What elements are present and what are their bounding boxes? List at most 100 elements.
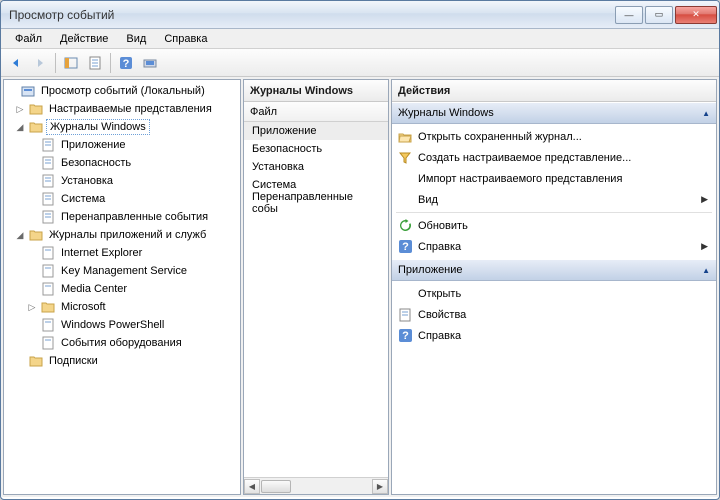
collapse-icon[interactable]: ▲	[702, 109, 710, 118]
action-help[interactable]: ?Справка	[392, 325, 716, 346]
properties-button[interactable]	[84, 52, 106, 74]
tree-windows-logs[interactable]: ◢Журналы Windows	[4, 118, 240, 136]
tree-system[interactable]: Система	[4, 190, 240, 208]
menu-help[interactable]: Справка	[156, 31, 215, 47]
menu-view[interactable]: Вид	[118, 31, 154, 47]
maximize-button[interactable]: ▭	[645, 6, 673, 24]
actions-header: Действия	[392, 80, 716, 102]
folder-icon	[28, 227, 44, 243]
scroll-thumb[interactable]	[261, 480, 291, 493]
list-item[interactable]: Установка	[244, 158, 388, 176]
window-title: Просмотр событий	[9, 8, 613, 22]
folder-icon	[28, 119, 44, 135]
log-icon	[40, 173, 56, 189]
tree-forwarded[interactable]: Перенаправленные события	[4, 208, 240, 226]
svg-text:?: ?	[402, 330, 409, 342]
expand-icon[interactable]: ▷	[14, 104, 26, 115]
collapse-icon[interactable]: ▲	[702, 266, 710, 275]
collapse-icon[interactable]: ◢	[14, 122, 26, 133]
action-properties[interactable]: Свойства	[392, 304, 716, 325]
actions-section-application[interactable]: Приложение▲	[392, 259, 716, 281]
horizontal-scrollbar[interactable]: ◀ ▶	[244, 477, 388, 494]
svg-text:?: ?	[123, 58, 130, 70]
tree-root[interactable]: Просмотр событий (Локальный)	[4, 82, 240, 100]
action-view-submenu[interactable]: Вид▶	[392, 189, 716, 210]
log-icon	[40, 137, 56, 153]
content-area: Просмотр событий (Локальный) ▷Настраивае…	[1, 77, 719, 497]
separator	[396, 212, 712, 213]
toolbar-separator	[55, 53, 56, 73]
toolbar-separator	[110, 53, 111, 73]
action-open-saved-log[interactable]: Открыть сохраненный журнал...	[392, 126, 716, 147]
tree-ms[interactable]: ▷Microsoft	[4, 298, 240, 316]
tree-ie[interactable]: Internet Explorer	[4, 244, 240, 262]
minimize-button[interactable]: —	[615, 6, 643, 24]
collapse-icon[interactable]: ◢	[14, 230, 26, 241]
window-buttons: — ▭ ✕	[613, 6, 717, 24]
tree-subs[interactable]: Подписки	[4, 352, 240, 370]
column-header-file[interactable]: Файл	[244, 102, 388, 122]
log-icon	[40, 245, 56, 261]
chevron-right-icon: ▶	[701, 194, 712, 205]
window: Просмотр событий — ▭ ✕ Файл Действие Вид…	[0, 0, 720, 500]
action-help[interactable]: ?Справка▶	[392, 236, 716, 257]
tree-kms[interactable]: Key Management Service	[4, 262, 240, 280]
actions-list: Открыть Свойства ?Справка	[392, 281, 716, 348]
log-icon	[40, 263, 56, 279]
filter-icon	[396, 152, 414, 164]
refresh-icon	[396, 219, 414, 232]
help-icon: ?	[396, 240, 414, 253]
properties-icon	[396, 308, 414, 322]
list-item[interactable]: Приложение	[244, 122, 388, 140]
folder-icon	[40, 299, 56, 315]
scroll-right-button[interactable]: ▶	[372, 479, 388, 494]
actions-pane: Действия Журналы Windows▲ Открыть сохран…	[391, 79, 717, 495]
connect-button[interactable]	[139, 52, 161, 74]
action-create-custom-view[interactable]: Создать настраиваемое представление...	[392, 147, 716, 168]
subscriptions-icon	[28, 353, 44, 369]
tree-security[interactable]: Безопасность	[4, 154, 240, 172]
tree-body[interactable]: Просмотр событий (Локальный) ▷Настраивае…	[4, 80, 240, 372]
forward-button[interactable]	[29, 52, 51, 74]
log-icon	[40, 317, 56, 333]
menubar: Файл Действие Вид Справка	[1, 29, 719, 49]
tree-custom-views[interactable]: ▷Настраиваемые представления	[4, 100, 240, 118]
expand-icon[interactable]: ▷	[26, 302, 38, 313]
folder-open-icon	[396, 131, 414, 143]
action-import-custom-view[interactable]: Импорт настраиваемого представления	[392, 168, 716, 189]
details-list[interactable]: Приложение Безопасность Установка Систем…	[244, 122, 388, 477]
action-refresh[interactable]: Обновить	[392, 215, 716, 236]
menu-action[interactable]: Действие	[52, 31, 116, 47]
list-item[interactable]: Безопасность	[244, 140, 388, 158]
folder-icon	[28, 101, 44, 117]
svg-text:?: ?	[402, 241, 409, 253]
menu-file[interactable]: Файл	[7, 31, 50, 47]
log-icon	[40, 281, 56, 297]
tree-mc[interactable]: Media Center	[4, 280, 240, 298]
tree-ps[interactable]: Windows PowerShell	[4, 316, 240, 334]
list-item[interactable]: Перенаправленные собы	[244, 194, 388, 212]
log-icon	[40, 155, 56, 171]
scroll-left-button[interactable]: ◀	[244, 479, 260, 494]
help-button[interactable]: ?	[115, 52, 137, 74]
tree-setup[interactable]: Установка	[4, 172, 240, 190]
actions-section-winlogs[interactable]: Журналы Windows▲	[392, 102, 716, 124]
chevron-right-icon: ▶	[701, 241, 712, 252]
actions-list: Открыть сохраненный журнал... Создать на…	[392, 124, 716, 259]
tree-hw[interactable]: События оборудования	[4, 334, 240, 352]
details-pane: Журналы Windows Файл Приложение Безопасн…	[243, 79, 389, 495]
tree-application[interactable]: Приложение	[4, 136, 240, 154]
action-open[interactable]: Открыть	[392, 283, 716, 304]
show-tree-button[interactable]	[60, 52, 82, 74]
tree-app-services[interactable]: ◢Журналы приложений и служб	[4, 226, 240, 244]
log-icon	[40, 209, 56, 225]
tree-pane: Просмотр событий (Локальный) ▷Настраивае…	[3, 79, 241, 495]
details-header: Журналы Windows	[244, 80, 388, 102]
eventviewer-icon	[20, 83, 36, 99]
log-icon	[40, 335, 56, 351]
back-button[interactable]	[5, 52, 27, 74]
help-icon: ?	[396, 329, 414, 342]
close-button[interactable]: ✕	[675, 6, 717, 24]
titlebar[interactable]: Просмотр событий — ▭ ✕	[1, 1, 719, 29]
log-icon	[40, 191, 56, 207]
